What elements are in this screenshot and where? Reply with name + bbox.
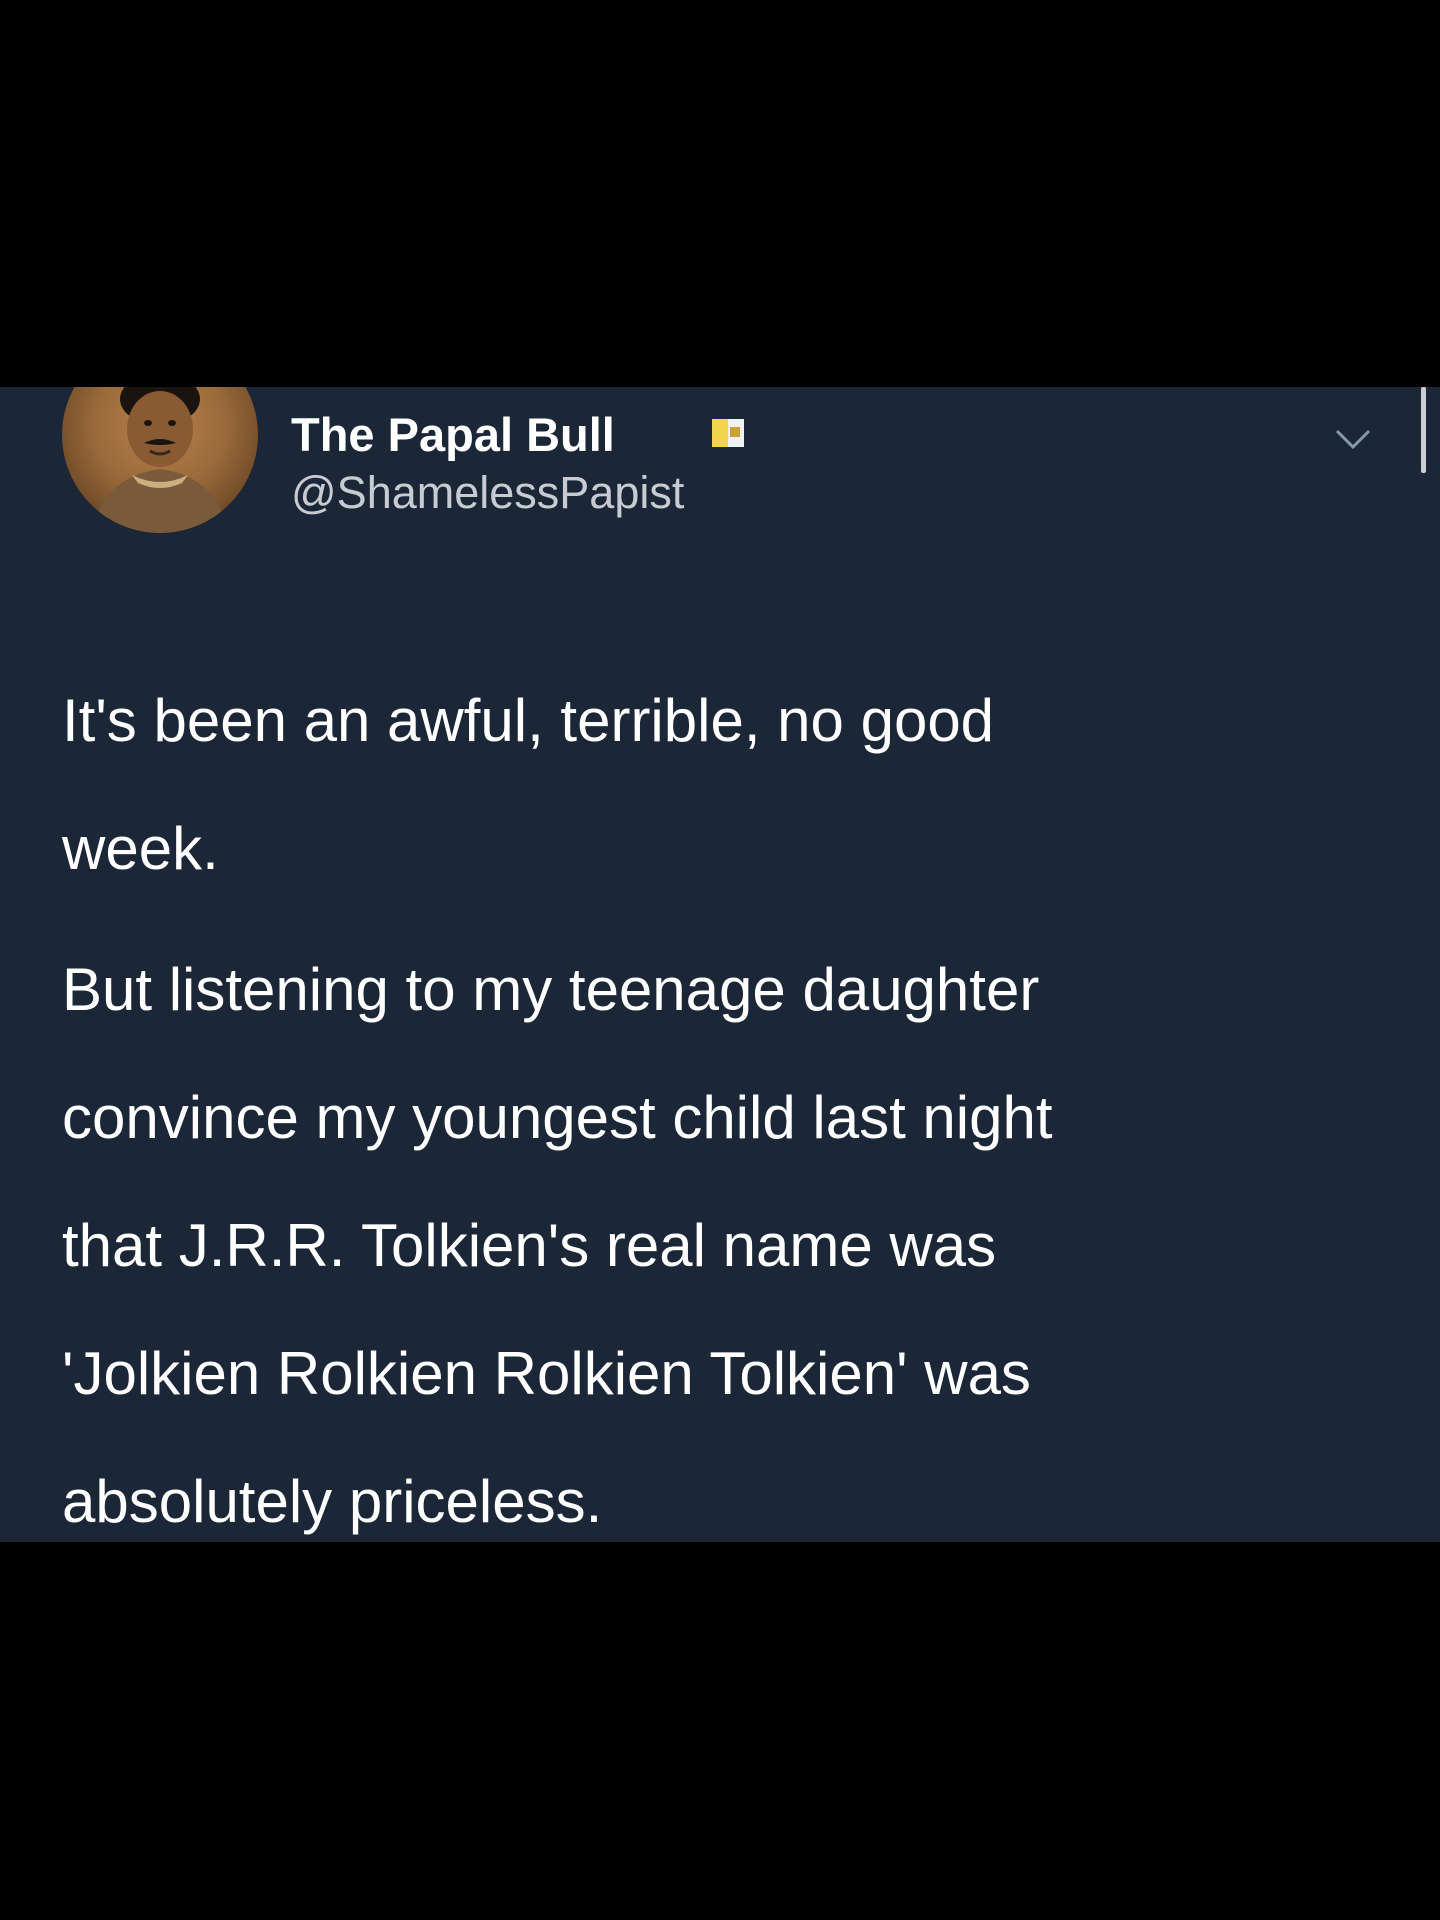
tweet-card: The Papal Bull @ShamelessPapist It's bee… xyxy=(0,387,1440,1542)
tweet-paragraph: It's been an awful, terrible, no good we… xyxy=(62,687,995,882)
chevron-down-icon[interactable] xyxy=(1334,427,1372,451)
avatar-image xyxy=(62,387,258,533)
avatar-portrait-icon xyxy=(92,387,228,533)
scrollbar[interactable] xyxy=(1421,387,1426,473)
avatar[interactable] xyxy=(62,387,258,533)
display-name[interactable]: The Papal Bull xyxy=(291,407,615,462)
papal-flag-icon xyxy=(712,419,744,447)
tweet-paragraph: But listening to my teenage daughter con… xyxy=(62,956,1053,1535)
handle[interactable]: @ShamelessPapist xyxy=(291,467,684,519)
tweet-text: It's been an awful, terrible, no good we… xyxy=(62,657,1382,1566)
